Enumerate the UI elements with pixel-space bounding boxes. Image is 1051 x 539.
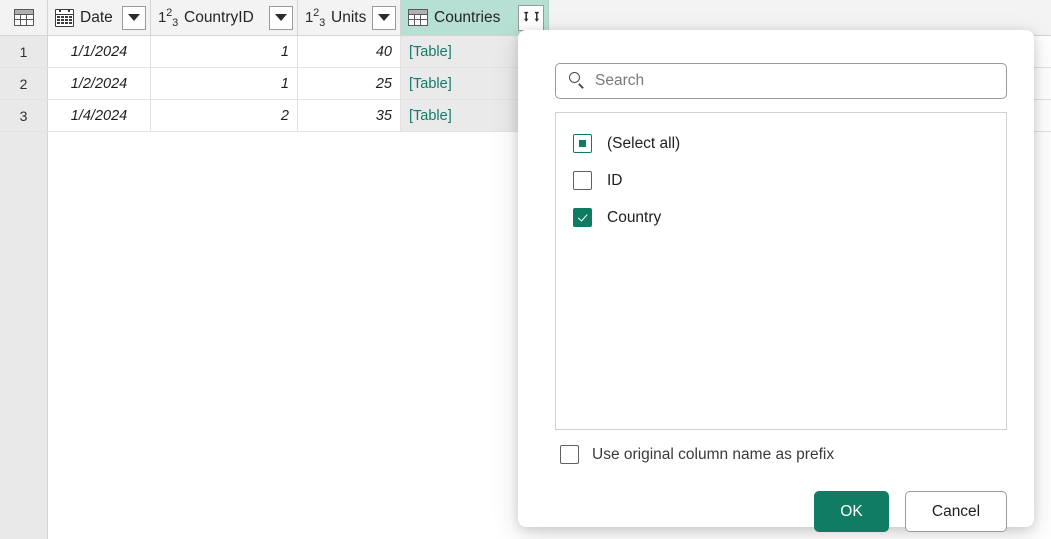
list-item-select-all[interactable]: (Select all): [556, 125, 1006, 162]
column-header-label: Date: [80, 9, 118, 27]
list-item-country[interactable]: Country: [556, 199, 1006, 236]
column-header-units[interactable]: 123 Units: [298, 0, 401, 35]
cell-units[interactable]: 25: [298, 68, 401, 99]
cell-date[interactable]: 1/4/2024: [48, 100, 151, 131]
column-header-label: CountryID: [184, 9, 265, 27]
column-header-date[interactable]: Date: [48, 0, 151, 35]
dialog-button-bar: OK Cancel: [814, 491, 1007, 532]
checkbox-unchecked-icon[interactable]: [573, 171, 592, 190]
row-number: 3: [0, 100, 48, 131]
chevron-down-icon: [275, 14, 287, 21]
filter-dropdown-date[interactable]: [122, 6, 146, 30]
column-header-countryid[interactable]: 123 CountryID: [151, 0, 298, 35]
filter-dropdown-countryid[interactable]: [269, 6, 293, 30]
expand-columns-icon: [523, 10, 540, 26]
whole-number-icon: 123: [305, 10, 325, 25]
cell-countryid[interactable]: 1: [151, 68, 298, 99]
column-header-label: Units: [331, 9, 368, 27]
use-original-column-name-as-prefix-option[interactable]: Use original column name as prefix: [560, 445, 834, 464]
cell-countryid[interactable]: 1: [151, 36, 298, 67]
cell-units[interactable]: 35: [298, 100, 401, 131]
whole-number-icon: 123: [158, 10, 178, 25]
list-item-label: (Select all): [607, 135, 680, 153]
ok-button[interactable]: OK: [814, 491, 889, 532]
search-input[interactable]: Search: [555, 63, 1007, 99]
search-placeholder: Search: [595, 72, 644, 90]
table-grid-icon: [14, 9, 34, 26]
column-checkbox-list[interactable]: (Select all) ID Country: [555, 112, 1007, 430]
chevron-down-icon: [378, 14, 390, 21]
checkbox-checked-icon[interactable]: [573, 208, 592, 227]
checkbox-unchecked-icon[interactable]: [560, 445, 579, 464]
expand-columns-dialog: Search (Select all) ID Country Use origi…: [518, 30, 1034, 527]
prefix-option-label: Use original column name as prefix: [592, 446, 834, 464]
column-header-label: Countries: [434, 9, 515, 27]
list-item-id[interactable]: ID: [556, 162, 1006, 199]
cell-units[interactable]: 40: [298, 36, 401, 67]
select-all-columns-corner[interactable]: [0, 0, 48, 35]
expand-columns-button[interactable]: [518, 5, 544, 31]
checkbox-indeterminate-icon[interactable]: [573, 134, 592, 153]
row-number: 1: [0, 36, 48, 67]
cell-date[interactable]: 1/2/2024: [48, 68, 151, 99]
cell-date[interactable]: 1/1/2024: [48, 36, 151, 67]
list-item-label: ID: [607, 172, 623, 190]
cancel-button[interactable]: Cancel: [905, 491, 1007, 532]
table-grid-icon: [408, 9, 428, 26]
cell-countryid[interactable]: 2: [151, 100, 298, 131]
chevron-down-icon: [128, 14, 140, 21]
search-icon: [568, 72, 586, 90]
row-number: 2: [0, 68, 48, 99]
calendar-icon: [55, 9, 74, 27]
list-item-label: Country: [607, 209, 661, 227]
filter-dropdown-units[interactable]: [372, 6, 396, 30]
